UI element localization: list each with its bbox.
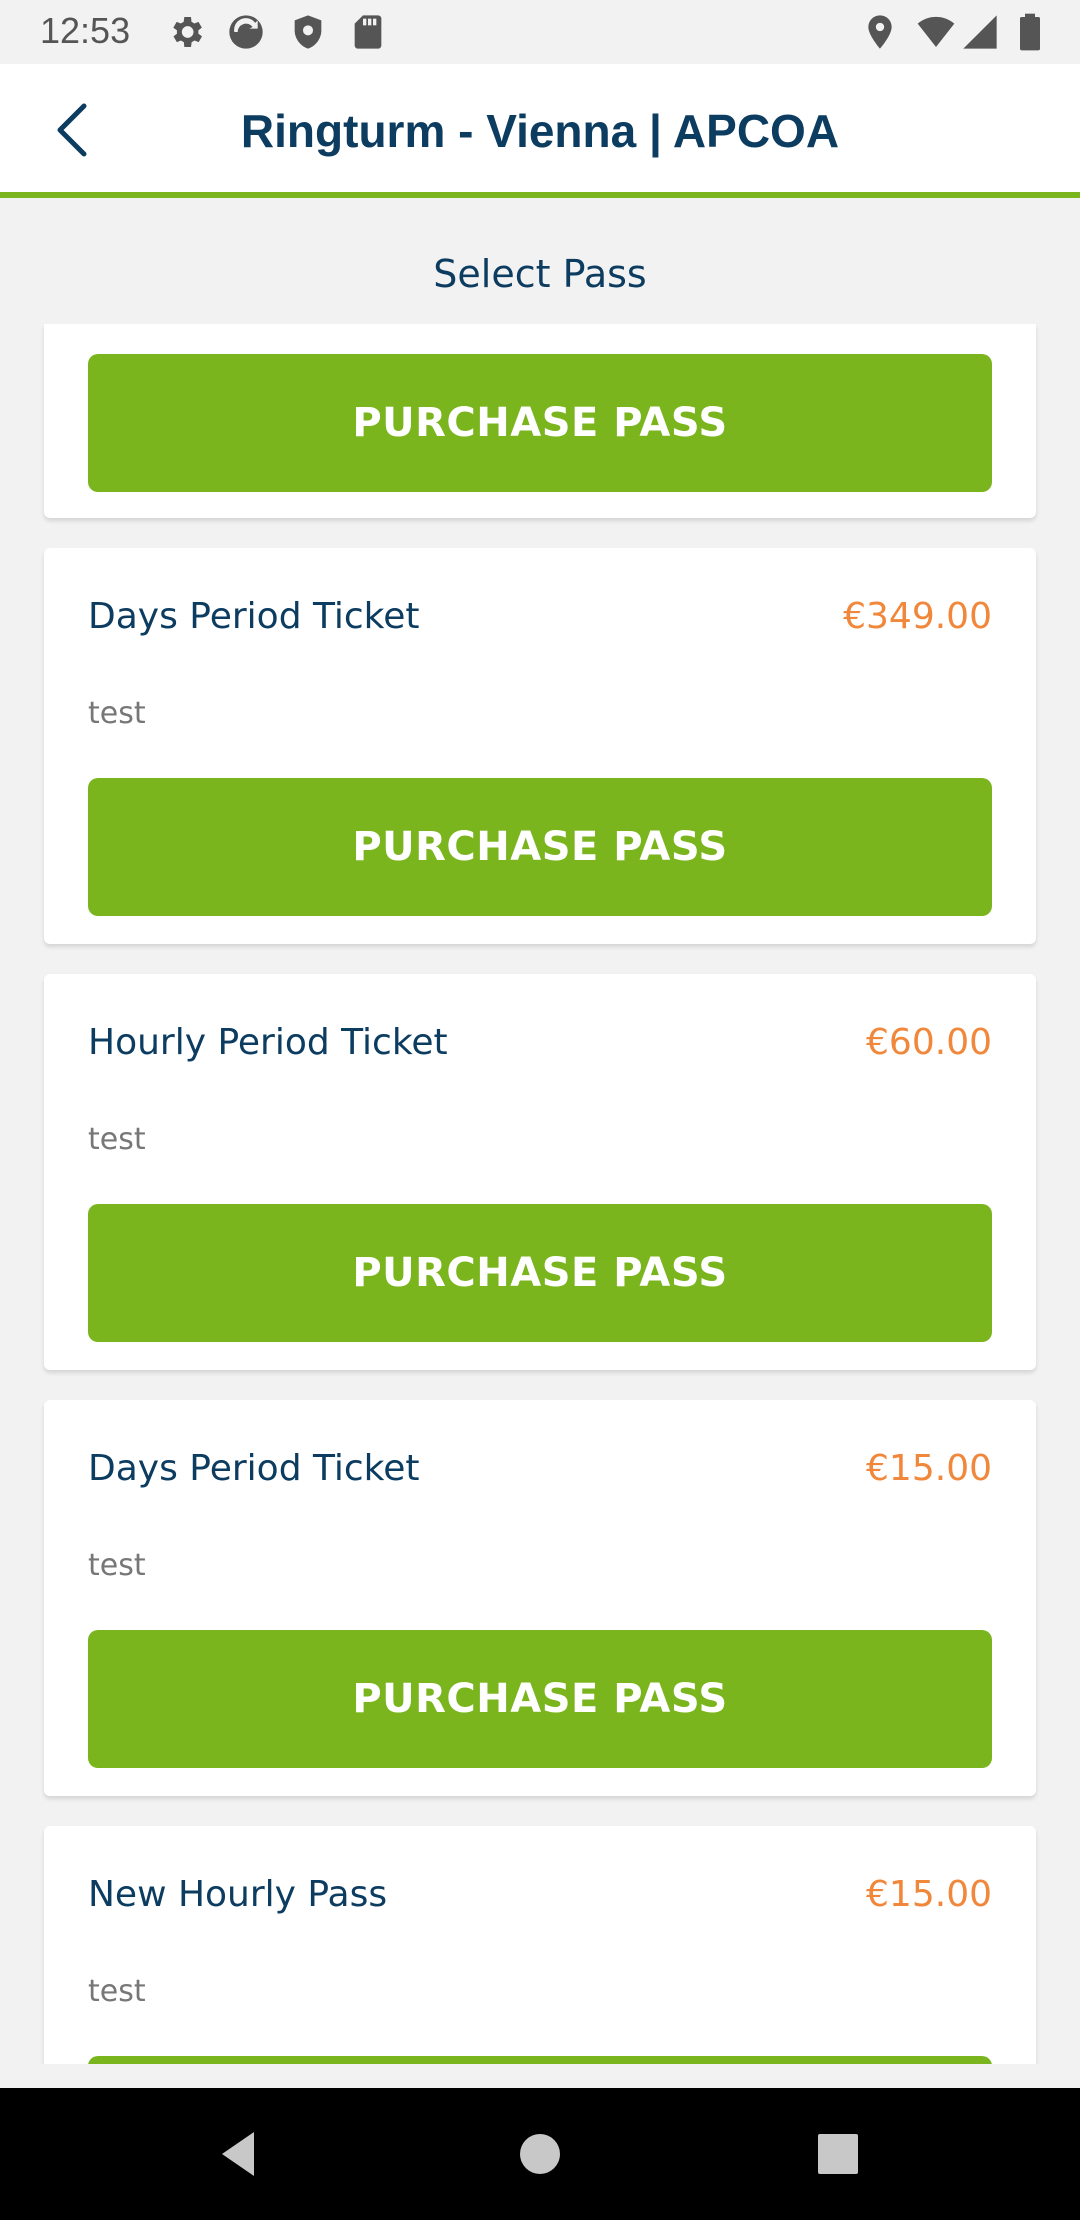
pass-card: Hourly Period Ticket €60.00 test PURCHAS… xyxy=(44,974,1036,1370)
pass-price: €60.00 xyxy=(866,1022,992,1063)
home-circle-icon[interactable] xyxy=(510,2124,570,2184)
location-icon xyxy=(868,15,892,49)
sync-icon xyxy=(229,15,263,49)
gear-icon xyxy=(173,17,202,47)
purchase-pass-button[interactable]: PURCHASE PASS xyxy=(88,354,992,492)
status-time: 12:53 xyxy=(40,10,131,51)
pass-list[interactable]: PURCHASE PASS Days Period Ticket €349.00… xyxy=(0,324,1080,2064)
select-pass-heading: Select Pass xyxy=(433,252,647,296)
system-nav-bar xyxy=(0,2088,1080,2220)
wifi-icon xyxy=(917,16,955,47)
pass-card: New Hourly Pass €15.00 test PURCHASE PAS… xyxy=(44,1826,1036,2064)
pass-description: test xyxy=(88,1974,146,2009)
pass-name: Days Period Ticket xyxy=(88,1448,420,1489)
shield-icon xyxy=(294,15,322,49)
pass-name: Days Period Ticket xyxy=(88,596,420,637)
chevron-left-icon xyxy=(57,103,87,157)
app-bar: Ringturm - Vienna | APCOA xyxy=(0,64,1080,198)
pass-description: test xyxy=(88,696,146,731)
cell-signal-icon xyxy=(963,15,997,49)
pass-price: €15.00 xyxy=(866,1448,992,1489)
pass-name: New Hourly Pass xyxy=(88,1874,388,1915)
purchase-pass-button[interactable]: PURCHASE PASS xyxy=(88,2056,992,2064)
recents-square-icon[interactable] xyxy=(808,2124,868,2184)
purchase-pass-button[interactable]: PURCHASE PASS xyxy=(88,1630,992,1768)
page-title: Ringturm - Vienna | APCOA xyxy=(240,105,840,157)
pass-name: Hourly Period Ticket xyxy=(88,1022,448,1063)
pass-card: Days Period Ticket €15.00 test PURCHASE … xyxy=(44,1400,1036,1796)
pass-description: test xyxy=(88,1122,146,1157)
purchase-pass-button[interactable]: PURCHASE PASS xyxy=(88,1204,992,1342)
pass-description: test xyxy=(88,1548,146,1583)
battery-icon xyxy=(1020,13,1040,51)
pass-card: Days Period Ticket €349.00 test PURCHASE… xyxy=(44,548,1036,944)
pass-price: €15.00 xyxy=(866,1874,992,1915)
pass-card: PURCHASE PASS xyxy=(44,324,1036,518)
pass-price: €349.00 xyxy=(843,596,992,637)
back-triangle-icon[interactable] xyxy=(210,2124,270,2184)
sd-card-icon xyxy=(354,15,382,49)
back-button[interactable] xyxy=(40,94,104,166)
status-bar: 12:53 xyxy=(0,0,1080,64)
purchase-pass-button[interactable]: PURCHASE PASS xyxy=(88,778,992,916)
